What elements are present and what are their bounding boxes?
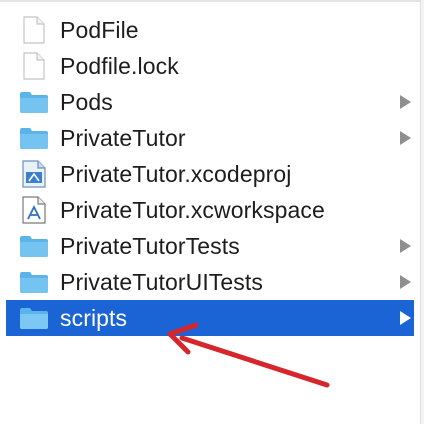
file-name: PodFile bbox=[60, 16, 139, 43]
file-row-privatetutortests[interactable]: PrivateTutorTests bbox=[6, 228, 414, 264]
document-icon bbox=[18, 14, 50, 46]
disclosure-triangle-icon[interactable] bbox=[398, 94, 412, 110]
file-row-scripts[interactable]: scripts bbox=[6, 300, 414, 336]
document-icon bbox=[18, 50, 50, 82]
file-row-xcworkspace[interactable]: PrivateTutor.xcworkspace bbox=[6, 192, 414, 228]
folder-name: PrivateTutor bbox=[60, 124, 186, 151]
file-row-pods[interactable]: Pods bbox=[6, 84, 414, 120]
disclosure-triangle-icon[interactable] bbox=[398, 238, 412, 254]
file-row-privatetutor[interactable]: PrivateTutor bbox=[6, 120, 414, 156]
scrollbar-track[interactable] bbox=[420, 0, 424, 424]
folder-icon bbox=[18, 230, 50, 262]
folder-name: Pods bbox=[60, 88, 113, 115]
disclosure-triangle-icon[interactable] bbox=[398, 274, 412, 290]
file-name: Podfile.lock bbox=[60, 52, 179, 79]
file-row-podfile-lock[interactable]: Podfile.lock bbox=[6, 48, 414, 84]
xcodeproj-icon bbox=[18, 158, 50, 190]
folder-icon bbox=[18, 302, 50, 334]
file-name: PrivateTutor.xcodeproj bbox=[60, 160, 292, 187]
folder-name: PrivateTutorUITests bbox=[60, 268, 263, 295]
folder-icon bbox=[18, 86, 50, 118]
xcworkspace-icon bbox=[18, 194, 50, 226]
file-row-privatetutoruitests[interactable]: PrivateTutorUITests bbox=[6, 264, 414, 300]
finder-column: PodFile Podfile.lock Pods PrivateTutor P… bbox=[0, 0, 424, 424]
folder-icon bbox=[18, 266, 50, 298]
file-row-xcodeproj[interactable]: PrivateTutor.xcodeproj bbox=[6, 156, 414, 192]
folder-name: scripts bbox=[60, 304, 128, 331]
disclosure-triangle-icon[interactable] bbox=[398, 310, 412, 326]
folder-name: PrivateTutorTests bbox=[60, 232, 240, 259]
folder-icon bbox=[18, 122, 50, 154]
top-divider bbox=[0, 0, 424, 2]
disclosure-triangle-icon[interactable] bbox=[398, 130, 412, 146]
file-list: PodFile Podfile.lock Pods PrivateTutor P… bbox=[6, 12, 414, 336]
file-row-podfile[interactable]: PodFile bbox=[6, 12, 414, 48]
file-name: PrivateTutor.xcworkspace bbox=[60, 196, 325, 223]
